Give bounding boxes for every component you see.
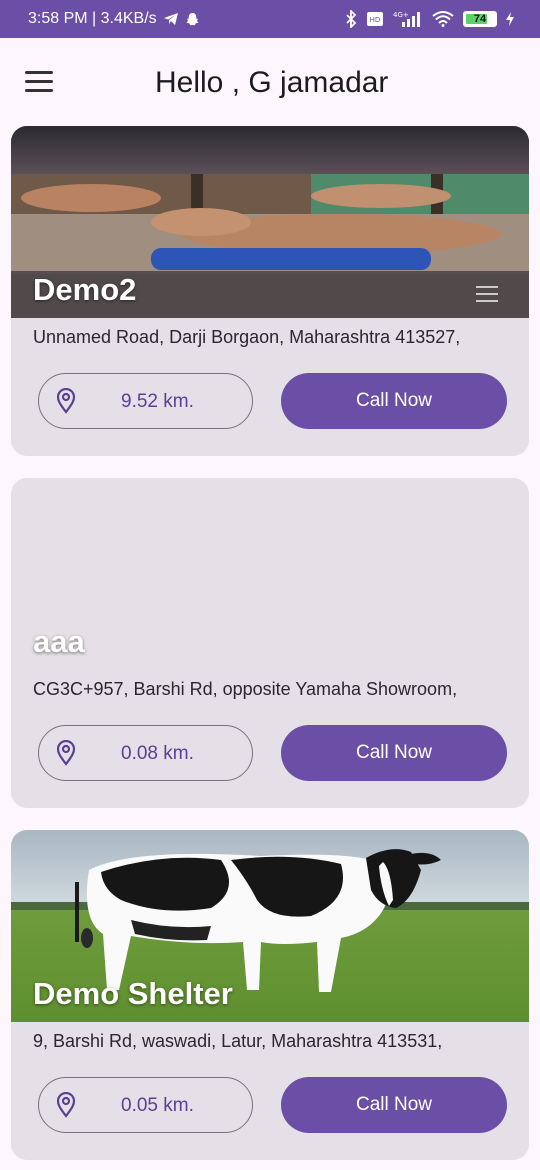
distance-button[interactable]: 0.05 km. [38,1077,253,1133]
distance-button[interactable]: 0.08 km. [38,725,253,781]
location-pin-icon [55,1091,77,1123]
snapchat-icon [185,12,200,27]
charging-icon [506,12,514,26]
distance-text: 0.08 km. [121,743,194,764]
app-bar: Hello , G jamadar [0,38,540,128]
call-now-button[interactable]: Call Now [281,1077,507,1133]
shelter-address: CG3C+957, Barshi Rd, opposite Yamaha Sho… [33,679,458,699]
bluetooth-icon [345,10,357,28]
wifi-icon [432,11,454,27]
battery-icon: 74 [463,11,497,27]
volte-icon: HD [366,11,384,27]
status-right: HD 4G+ 74 [345,10,514,28]
distance-text: 0.05 km. [121,1095,194,1116]
shelter-name: aaa [33,624,85,659]
status-bar: 3:58 PM | 3.4KB/s HD 4G+ 74 [0,0,540,38]
signal-icon: 4G+ [393,10,423,28]
shelter-address: 9, Barshi Rd, waswadi, Latur, Maharashtr… [33,1031,443,1051]
svg-text:HD: HD [370,16,381,24]
call-now-button[interactable]: Call Now [281,373,507,429]
battery-level: 74 [473,13,487,25]
shelter-card[interactable]: Demo2 Unnamed Road, Darji Borgaon, Mahar… [11,126,529,456]
shelter-address: Unnamed Road, Darji Borgaon, Maharashtra… [33,327,461,347]
distance-text: 9.52 km. [121,391,194,412]
network-type: 4G+ [393,11,409,19]
menu-icon[interactable] [25,71,53,93]
status-time: 3:58 PM | 3.4KB/s [28,10,157,27]
status-left: 3:58 PM | 3.4KB/s [28,10,200,28]
location-pin-icon [55,739,77,771]
telegram-icon [163,12,179,26]
shelter-card[interactable]: aaa CG3C+957, Barshi Rd, opposite Yamaha… [11,478,529,808]
distance-button[interactable]: 9.52 km. [38,373,253,429]
call-now-button[interactable]: Call Now [281,725,507,781]
shelter-card[interactable]: Demo Shelter 9, Barshi Rd, waswadi, Latu… [11,830,529,1160]
location-pin-icon [55,387,77,419]
shelter-name: Demo Shelter [33,976,233,1011]
shelter-name: Demo2 [33,272,137,307]
shelter-photo-placeholder [11,478,529,670]
page-title: Hello , G jamadar [155,66,389,99]
